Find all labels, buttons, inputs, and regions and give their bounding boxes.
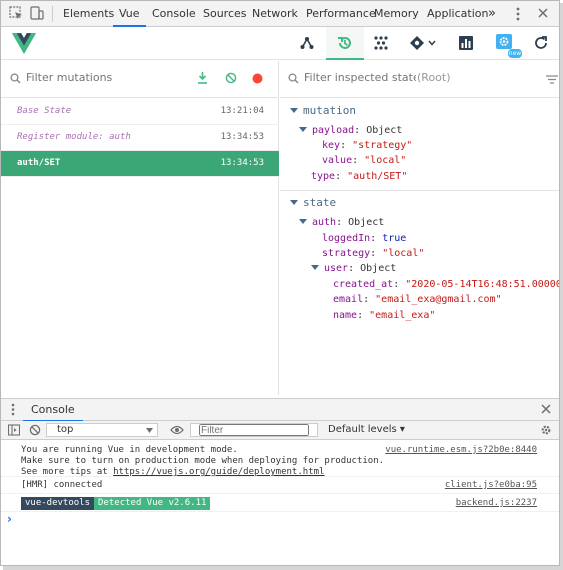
mutation-item[interactable]: Base State 13:21:04: [1, 99, 279, 125]
console-toolbar: top Default levels ▾: [1, 421, 559, 440]
events-icon[interactable]: [401, 27, 443, 59]
detected-vue-chip: Detected Vue v2.6.11: [94, 497, 211, 510]
search-icon: [10, 73, 21, 87]
vuex-icon[interactable]: [362, 27, 400, 59]
message-source-link[interactable]: vue.runtime.esm.js?2b0e:8440: [385, 445, 537, 455]
message-line: [HMR] connected: [21, 480, 103, 490]
payload-value-row: value: "local": [322, 155, 407, 166]
refresh-icon[interactable]: [523, 27, 559, 59]
expand-arrow-icon: [299, 127, 307, 132]
devtools-window: Elements Vue Console Sources Network Per…: [0, 0, 560, 566]
devtools-tab-bar: Elements Vue Console Sources Network Per…: [1, 1, 559, 27]
mutation-time: 13:21:04: [220, 106, 264, 116]
more-tabs-button[interactable]: »: [488, 1, 496, 26]
components-icon[interactable]: [288, 27, 326, 59]
performance-icon[interactable]: [447, 27, 485, 59]
tab-memory[interactable]: Memory: [374, 1, 419, 26]
deployment-link[interactable]: https://vuejs.org/guide/deployment.html: [113, 467, 324, 477]
console-drawer: Console top Default levels ▾: [1, 398, 559, 565]
expand-arrow-icon: [311, 265, 319, 270]
console-message: vue-devtools Detected Vue v2.6.11 backend…: [1, 494, 559, 512]
expand-arrow-icon: [299, 219, 307, 224]
expand-arrow-icon: [290, 200, 298, 205]
search-icon: [288, 73, 299, 87]
strategy-row: strategy: "local": [322, 248, 425, 259]
mutation-time: 13:34:53: [220, 132, 264, 142]
inspect-element-icon[interactable]: [9, 6, 23, 23]
logged-in-row: loggedIn: true: [322, 233, 407, 244]
mutation-item-selected[interactable]: auth/SET 13:34:53: [1, 151, 279, 177]
state-filter-bar: (Root): [280, 61, 559, 98]
vue-devtools-toolbar: [1, 27, 559, 60]
name-row: name: "email_exa": [333, 310, 436, 321]
drawer-tab-console[interactable]: Console: [23, 399, 83, 422]
tab-elements[interactable]: Elements: [63, 1, 114, 26]
console-filter-input[interactable]: [199, 424, 309, 436]
mutation-section-header[interactable]: mutation: [290, 104, 356, 117]
close-drawer-icon[interactable]: [541, 404, 551, 417]
device-toolbar-icon[interactable]: [30, 6, 44, 23]
devtools-banner: vue-devtools Detected Vue v2.6.11: [21, 497, 211, 510]
auth-row[interactable]: auth: Object: [299, 217, 384, 228]
payload-key-row: key: "strategy": [322, 140, 413, 151]
console-filter-field: [190, 423, 318, 437]
mutations-filter-input[interactable]: [26, 71, 176, 84]
drawer-menu-icon[interactable]: [11, 403, 15, 419]
tab-application[interactable]: Application: [427, 1, 488, 26]
state-filter-input[interactable]: [304, 71, 416, 84]
state-inspector-pane: (Root) mutation payload: Object key: "st…: [280, 61, 559, 395]
kebab-menu-icon[interactable]: [516, 7, 520, 24]
mutation-name: Base State: [17, 106, 72, 116]
message-line: You are running Vue in development mode.: [21, 445, 238, 455]
tab-performance[interactable]: Performance: [306, 1, 376, 26]
message-line: Make sure to turn on production mode whe…: [21, 456, 385, 466]
message-source-link[interactable]: client.js?e0ba:95: [445, 480, 537, 490]
mutations-filter-bar: [1, 61, 279, 98]
close-devtools-icon[interactable]: [537, 7, 549, 22]
mutation-name: Register module: auth: [17, 132, 131, 142]
console-message: [HMR] connected client.js?e0ba:95: [1, 477, 559, 494]
created-at-row: created_at: "2020-05-14T16:48:51.000000: [333, 279, 559, 290]
revert-all-icon[interactable]: [225, 72, 237, 87]
log-levels-dropdown[interactable]: Default levels ▾: [328, 423, 405, 437]
vue-devtools-chip: vue-devtools: [21, 497, 95, 510]
root-selector[interactable]: (Root): [417, 71, 451, 84]
console-settings-icon[interactable]: [540, 424, 552, 439]
window-shadow: [3, 566, 563, 570]
clear-console-icon[interactable]: [29, 424, 41, 439]
mutation-name: auth/SET: [17, 158, 61, 168]
user-row[interactable]: user: Object: [311, 263, 396, 274]
live-expression-icon[interactable]: [170, 424, 184, 439]
tab-vue[interactable]: Vue: [113, 1, 145, 27]
tab-console[interactable]: Console: [152, 1, 196, 26]
console-message: You are running Vue in development mode.…: [1, 441, 559, 477]
mutations-pane: Base State 13:21:04 Register module: aut…: [1, 61, 279, 395]
record-icon[interactable]: [252, 73, 263, 87]
tab-sources[interactable]: Sources: [203, 1, 247, 26]
payload-row[interactable]: payload: Object: [299, 125, 402, 136]
context-select[interactable]: top: [46, 423, 158, 437]
context-value: top: [57, 424, 74, 435]
history-icon[interactable]: [326, 27, 364, 60]
mutation-time: 13:34:53: [220, 158, 264, 168]
new-badge: new: [508, 49, 522, 58]
expand-arrow-icon: [290, 108, 298, 113]
email-row: email: "email_exa@gmail.com": [333, 294, 502, 305]
mutation-type-row: type: "auth/SET": [311, 171, 408, 182]
console-prompt[interactable]: ›: [7, 512, 12, 526]
chevron-down-icon: [146, 428, 153, 433]
console-sidebar-icon[interactable]: [7, 424, 21, 439]
section-divider: [280, 190, 559, 191]
state-section-header[interactable]: state: [290, 196, 336, 209]
mutation-item[interactable]: Register module: auth 13:34:53: [1, 125, 279, 151]
filter-options-icon[interactable]: [546, 74, 558, 87]
message-source-link[interactable]: backend.js:2237: [456, 498, 537, 508]
commit-all-icon[interactable]: [197, 72, 208, 87]
vue-logo-icon: [12, 33, 36, 57]
tab-separator: [52, 6, 53, 22]
drawer-header: Console: [1, 399, 559, 422]
tab-network[interactable]: Network: [252, 1, 298, 26]
